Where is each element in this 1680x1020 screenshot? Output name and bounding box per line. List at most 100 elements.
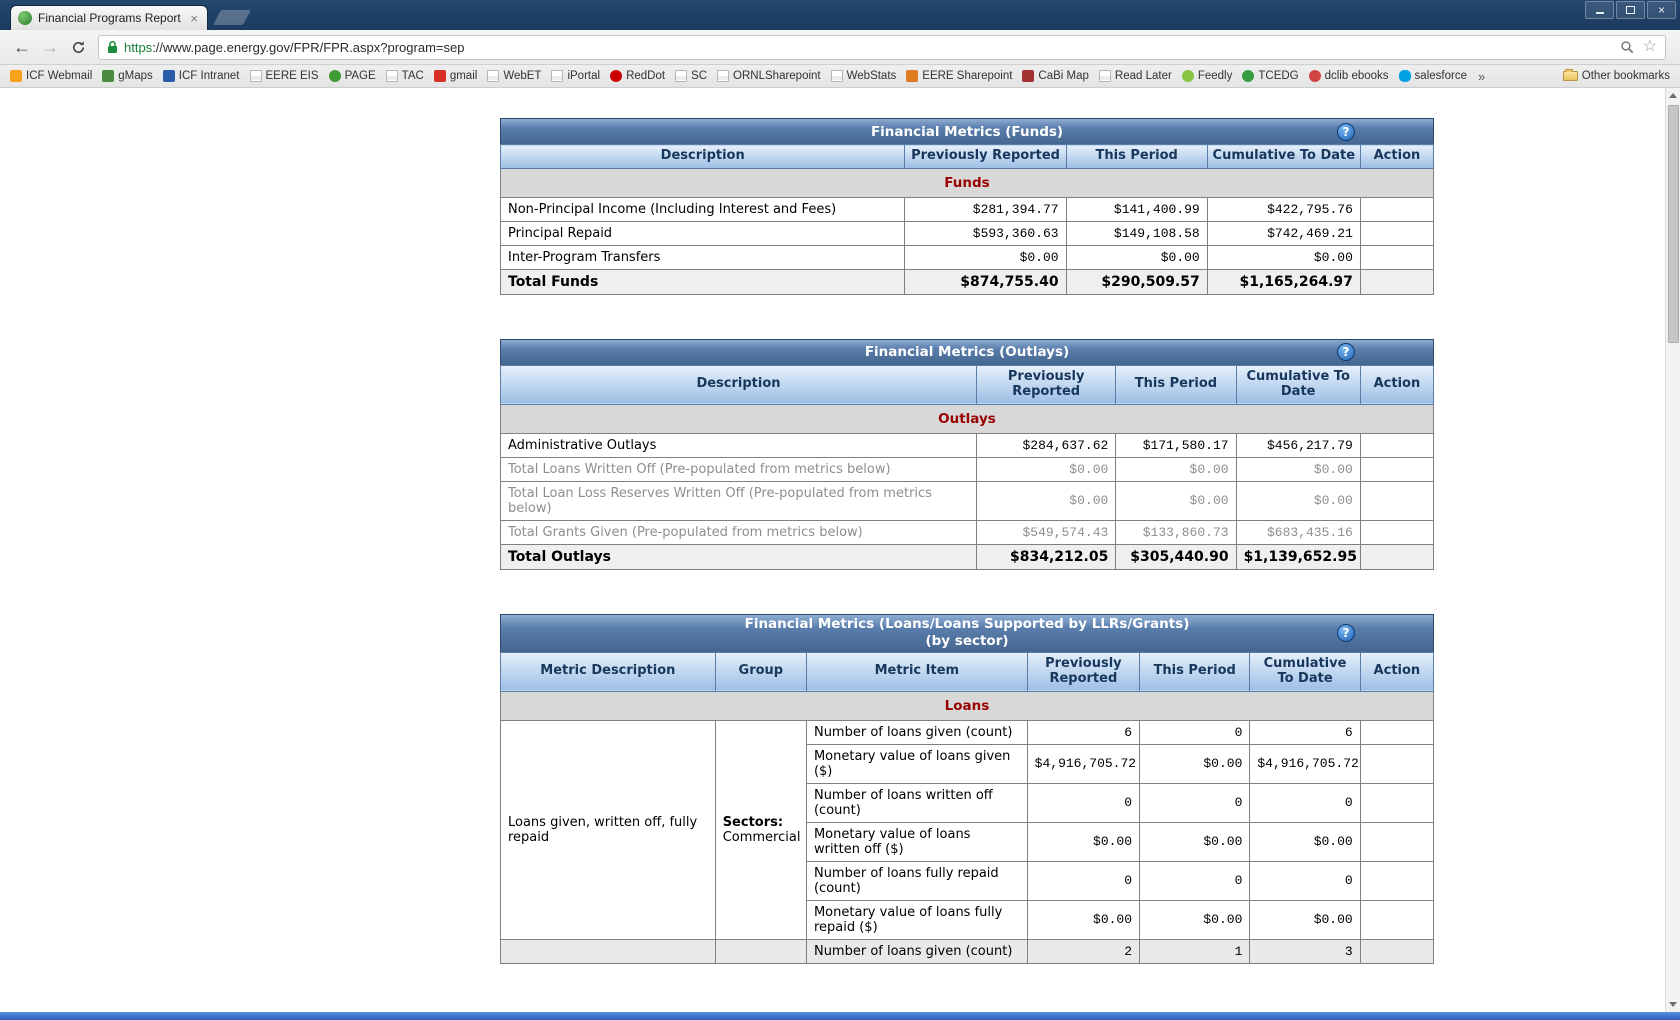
cell-item: Number of loans fully repaid (count) bbox=[806, 861, 1027, 900]
help-icon[interactable]: ? bbox=[1337, 624, 1355, 642]
bookmark-item[interactable]: gMaps bbox=[97, 68, 158, 84]
browser-window: Financial Programs Report × × ← → https:… bbox=[0, 0, 1680, 1020]
bookmark-label: dclib ebooks bbox=[1325, 70, 1389, 82]
cell-action bbox=[1360, 520, 1433, 544]
maximize-button[interactable] bbox=[1616, 1, 1645, 19]
scroll-down-button[interactable] bbox=[1666, 997, 1680, 1012]
scroll-up-button[interactable] bbox=[1666, 88, 1680, 103]
cell-prev: $0.00 bbox=[905, 245, 1066, 269]
cell-prev: 2 bbox=[1027, 939, 1139, 963]
bookmark-label: ICF Webmail bbox=[26, 70, 92, 82]
cell-cum: $683,435.16 bbox=[1236, 520, 1360, 544]
vertical-scrollbar[interactable] bbox=[1665, 88, 1680, 1012]
cell-action bbox=[1360, 269, 1433, 294]
cell-action bbox=[1360, 861, 1433, 900]
refresh-button[interactable] bbox=[64, 34, 92, 61]
loans-section-row: Loans bbox=[501, 691, 1434, 720]
page-favicon-icon bbox=[18, 11, 32, 25]
help-icon[interactable]: ? bbox=[1337, 343, 1355, 361]
bookmark-label: EERE Sharepoint bbox=[922, 70, 1012, 82]
column-header-metric-item: Metric Item bbox=[806, 652, 1027, 691]
bookmark-favicon bbox=[1242, 70, 1254, 82]
browser-toolbar: ← → https://www.page.energy.gov/FPR/FPR.… bbox=[0, 30, 1680, 65]
table-row: Total Loan Loss Reserves Written Off (Pr… bbox=[501, 481, 1434, 520]
bookmarks-bar: ICF Webmail gMaps ICF Intranet EERE EIS … bbox=[0, 65, 1680, 88]
cell-action bbox=[1360, 783, 1433, 822]
group-label: Sectors: bbox=[723, 815, 799, 830]
table-row: Non-Principal Income (Including Interest… bbox=[501, 197, 1434, 221]
bookmark-item[interactable]: iPortal bbox=[546, 68, 605, 84]
bookmark-label: TAC bbox=[402, 70, 424, 82]
bookmark-favicon bbox=[386, 70, 398, 82]
cell-item: Number of loans written off (count) bbox=[806, 783, 1027, 822]
bookmark-item[interactable]: WebET bbox=[482, 68, 546, 84]
other-bookmarks-button[interactable]: Other bookmarks bbox=[1558, 68, 1675, 84]
cell-action bbox=[1360, 544, 1433, 569]
bookmark-item[interactable]: CaBi Map bbox=[1017, 68, 1094, 84]
cell-period: $0.00 bbox=[1140, 744, 1250, 783]
bookmark-label: Read Later bbox=[1115, 70, 1172, 82]
refresh-icon bbox=[71, 40, 86, 55]
bookmark-item[interactable]: Read Later bbox=[1094, 68, 1177, 84]
bookmark-item[interactable]: EERE Sharepoint bbox=[901, 68, 1017, 84]
cell-group: Sectors: Commercial bbox=[715, 720, 806, 939]
back-button[interactable]: ← bbox=[8, 34, 36, 61]
bookmark-item[interactable]: ICF Intranet bbox=[158, 68, 245, 84]
browser-tab[interactable]: Financial Programs Report × bbox=[10, 5, 208, 30]
magnifier-icon[interactable] bbox=[1620, 40, 1635, 55]
group-value: Commercial bbox=[723, 830, 799, 845]
omnibox-actions: ☆ bbox=[1620, 39, 1657, 55]
bookmarks-overflow-chevron[interactable]: » bbox=[1472, 69, 1491, 84]
bookmark-item[interactable]: salesforce bbox=[1394, 68, 1472, 84]
cell-prev: $834,212.05 bbox=[977, 544, 1116, 569]
cell-prev: $0.00 bbox=[1027, 822, 1139, 861]
url-scheme: https bbox=[124, 40, 152, 55]
minimize-button[interactable] bbox=[1585, 1, 1614, 19]
bookmark-favicon bbox=[675, 70, 687, 82]
bookmark-item[interactable]: TCEDG bbox=[1237, 68, 1303, 84]
cell-cum: 0 bbox=[1250, 861, 1360, 900]
cell-prev: $0.00 bbox=[977, 481, 1116, 520]
cell-item: Number of loans given (count) bbox=[806, 720, 1027, 744]
tab-close-icon[interactable]: × bbox=[188, 11, 200, 26]
bookmark-item[interactable]: EERE EIS bbox=[245, 68, 324, 84]
new-tab-button[interactable] bbox=[213, 10, 251, 25]
minimize-icon bbox=[1596, 7, 1604, 14]
tab-title: Financial Programs Report bbox=[38, 11, 182, 25]
address-bar[interactable]: https://www.page.energy.gov/FPR/FPR.aspx… bbox=[98, 35, 1666, 60]
bookmark-item[interactable]: RedDot bbox=[605, 68, 670, 84]
cell-metric-description bbox=[501, 939, 716, 963]
cell-action bbox=[1360, 481, 1433, 520]
scrollbar-thumb[interactable] bbox=[1668, 105, 1679, 343]
cell-period: $141,400.99 bbox=[1066, 197, 1207, 221]
bookmark-star-icon[interactable]: ☆ bbox=[1643, 39, 1657, 55]
cell-cum: 0 bbox=[1250, 783, 1360, 822]
bookmark-label: WebStats bbox=[847, 70, 897, 82]
forward-button[interactable]: → bbox=[36, 34, 64, 61]
cell-desc: Total Loans Written Off (Pre-populated f… bbox=[501, 457, 977, 481]
bookmark-item[interactable]: PAGE bbox=[324, 68, 381, 84]
cell-period: $0.00 bbox=[1116, 481, 1236, 520]
padlock-icon[interactable] bbox=[107, 40, 118, 54]
help-icon[interactable]: ? bbox=[1337, 123, 1355, 141]
bookmark-favicon bbox=[551, 70, 563, 82]
cell-prev: $284,637.62 bbox=[977, 433, 1116, 457]
cell-cum: $1,139,652.95 bbox=[1236, 544, 1360, 569]
bookmark-item[interactable]: SC bbox=[670, 68, 712, 84]
cell-desc: Total Loan Loss Reserves Written Off (Pr… bbox=[501, 481, 977, 520]
cell-period: $133,860.73 bbox=[1116, 520, 1236, 544]
bookmark-item[interactable]: dclib ebooks bbox=[1304, 68, 1394, 84]
outlays-title-text: Financial Metrics (Outlays) bbox=[865, 344, 1069, 360]
bookmark-label: TCEDG bbox=[1258, 70, 1298, 82]
bookmark-item[interactable]: gmail bbox=[429, 68, 482, 84]
bookmark-item[interactable]: Feedly bbox=[1177, 68, 1238, 84]
bookmark-item[interactable]: ICF Webmail bbox=[5, 68, 97, 84]
bookmark-label: gMaps bbox=[118, 70, 153, 82]
bookmark-item[interactable]: WebStats bbox=[826, 68, 902, 84]
bookmark-item[interactable]: ORNLSharepoint bbox=[712, 68, 826, 84]
bookmark-item[interactable]: TAC bbox=[381, 68, 429, 84]
cell-cum: $0.00 bbox=[1207, 245, 1360, 269]
column-header-this-period: This Period bbox=[1066, 145, 1207, 169]
close-button[interactable]: × bbox=[1647, 1, 1676, 19]
scroll-up-icon bbox=[1669, 93, 1677, 98]
